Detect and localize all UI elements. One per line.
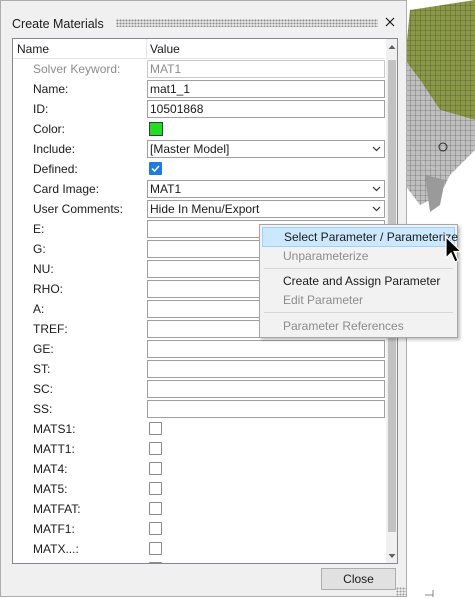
menu-item-parameter-references[interactable]: Parameter References [262,316,455,336]
row-partial [13,559,385,563]
name-field[interactable]: mat1_1 [147,80,385,98]
row-label: Defined: [33,162,78,176]
id-field[interactable]: 10501868 [147,100,385,118]
st-field[interactable] [147,360,385,378]
row-label: MAT4: [33,462,68,476]
row-label: Color: [33,122,66,136]
row-label: TREF: [33,322,68,336]
mat5-checkbox[interactable] [149,482,162,495]
menu-item-unparameterize[interactable]: Unparameterize [262,246,455,266]
row-matt1: MATT1: [13,439,385,459]
row-id: ID: 10501868 [13,99,385,119]
parameter-context-menu: Select Parameter / Parameterize Unparame… [259,224,458,338]
row-label: ST: [33,362,51,376]
close-button[interactable]: Close [321,568,396,590]
row-label: Include: [33,142,76,156]
chevron-down-icon [372,186,381,192]
grid-header: Name Value [13,39,385,59]
row-card-image: Card Image: MAT1 [13,179,385,199]
menu-item-edit-parameter[interactable]: Edit Parameter [262,290,455,310]
row-label: NU: [33,262,54,276]
defined-checkbox[interactable] [149,162,162,175]
row-label: MATS1: [33,422,76,436]
menu-item-create-assign-parameter[interactable]: Create and Assign Parameter [262,271,455,291]
ge-field[interactable] [147,340,385,358]
row-label: Name: [33,82,69,96]
row-ss: SS: [13,399,385,419]
row-label: RHO: [33,282,63,296]
dialog-title-bar[interactable]: Create Materials [1,1,406,35]
mat4-checkbox[interactable] [149,462,162,475]
row-defined: Defined: [13,159,385,179]
row-name: Name: mat1_1 [13,79,385,99]
row-label: SS: [33,402,53,416]
row-matfat: MATFAT: [13,499,385,519]
column-header-value[interactable]: Value [150,42,180,56]
menu-item-select-parameter[interactable]: Select Parameter / Parameterize [262,227,458,247]
include-value: [Master Model] [150,142,230,156]
row-st: ST: [13,359,385,379]
row-label: GE: [33,342,54,356]
partial-checkbox[interactable] [149,562,162,563]
column-header-name[interactable]: Name [17,42,49,56]
row-label: MATX...: [33,542,79,556]
row-sc: SC: [13,379,385,399]
drag-grip[interactable] [116,19,378,27]
row-label: MATFAT: [33,502,81,516]
row-label: Solver Keyword: [33,62,121,76]
mats1-checkbox[interactable] [149,422,162,435]
check-icon [151,165,160,173]
row-matx: MATX...: [13,539,385,559]
column-divider[interactable] [146,39,147,58]
chevron-down-icon [372,206,381,212]
ss-field[interactable] [147,400,385,418]
row-label: SC: [33,382,54,396]
solver-keyword-field: MAT1 [147,60,385,78]
dialog-title: Create Materials [12,17,104,31]
arrow-cursor-icon [445,236,463,263]
card-image-value: MAT1 [150,182,182,196]
row-label: MAT5: [33,482,68,496]
matf1-checkbox[interactable] [149,522,162,535]
row-label: User Comments: [33,202,124,216]
user-comments-value: Hide In Menu/Export [150,202,260,216]
row-mat5: MAT5: [13,479,385,499]
close-icon[interactable] [383,15,397,29]
row-label: Card Image: [33,182,100,196]
matt1-checkbox[interactable] [149,442,162,455]
chevron-down-icon [372,146,381,152]
row-user-comments: User Comments: Hide In Menu/Export [13,199,385,219]
row-mat4: MAT4: [13,459,385,479]
card-image-dropdown[interactable]: MAT1 [147,180,385,198]
row-label: MATT1: [33,442,75,456]
row-label: E: [33,222,45,236]
scroll-down-icon[interactable] [388,553,396,559]
resize-grip[interactable] [396,587,406,597]
scroll-up-icon[interactable] [388,44,396,50]
row-include: Include: [Master Model] [13,139,385,159]
user-comments-dropdown[interactable]: Hide In Menu/Export [147,200,385,218]
row-label: A: [33,302,45,316]
row-ge: GE: [13,339,385,359]
menu-separator [264,268,453,269]
matx-checkbox[interactable] [149,542,162,555]
color-swatch[interactable] [149,122,163,136]
row-label: MATF1: [33,522,75,536]
row-label: G: [33,242,46,256]
row-label: ID: [33,102,49,116]
sc-field[interactable] [147,380,385,398]
row-matf1: MATF1: [13,519,385,539]
include-dropdown[interactable]: [Master Model] [147,140,385,158]
menu-separator [264,312,453,313]
row-solver-keyword: Solver Keyword: MAT1 [13,59,385,79]
matfat-checkbox[interactable] [149,502,162,515]
row-mats1: MATS1: [13,419,385,439]
row-color: Color: [13,119,385,139]
